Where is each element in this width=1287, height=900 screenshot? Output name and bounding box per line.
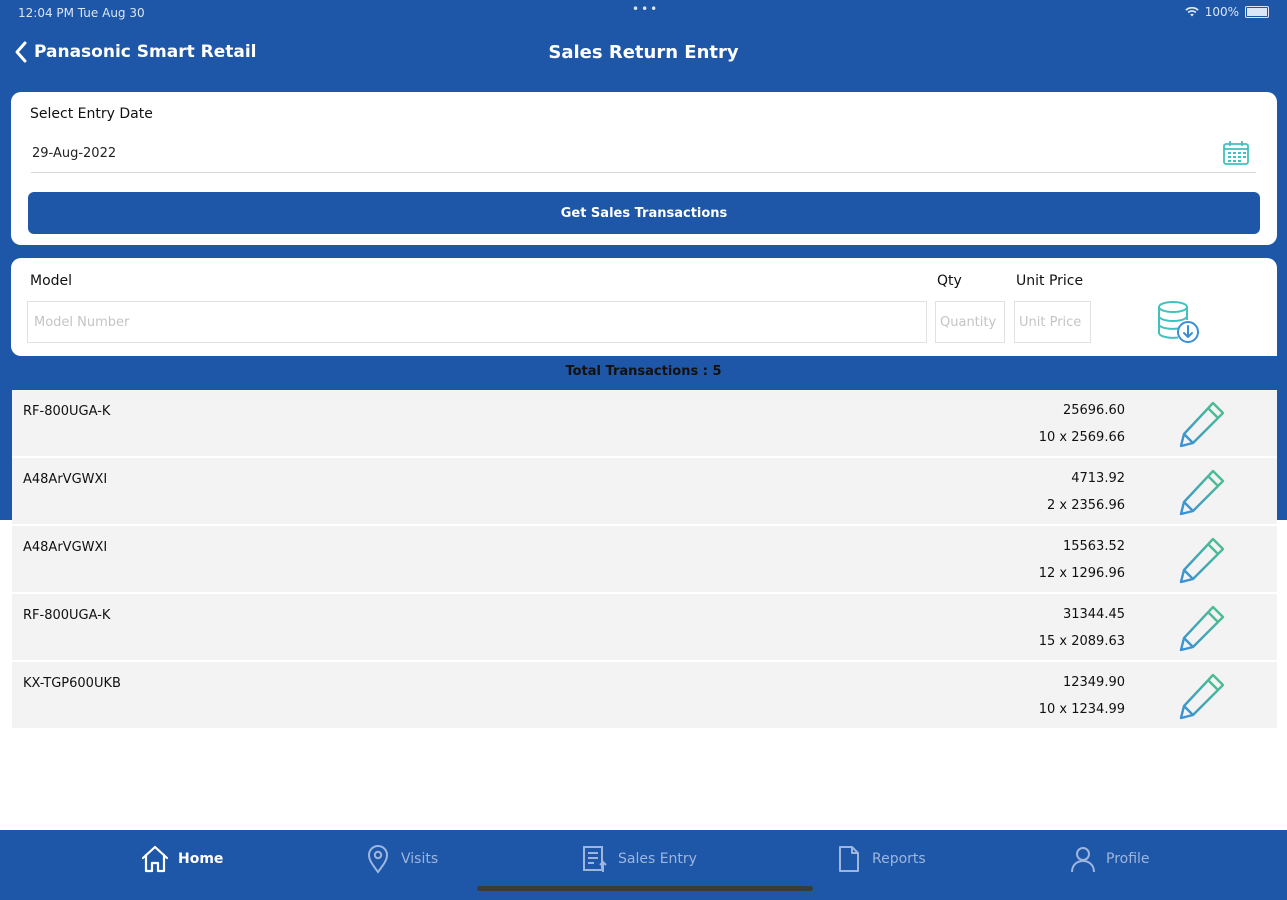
database-download-icon[interactable] bbox=[1154, 298, 1202, 346]
status-bar: 12:04 PM Tue Aug 30 ••• 100% bbox=[0, 0, 1287, 26]
person-icon bbox=[1071, 847, 1095, 873]
row-model: KX-TGP600UKB bbox=[23, 676, 121, 691]
sales-entry-icon bbox=[583, 846, 607, 872]
date-underline bbox=[31, 172, 1256, 173]
battery-icon bbox=[1245, 6, 1269, 18]
tab-reports-label: Reports bbox=[872, 851, 926, 867]
tab-profile-label: Profile bbox=[1106, 851, 1150, 867]
entry-form-card: Model Qty Unit Price bbox=[11, 258, 1277, 356]
table-row[interactable]: RF-800UGA-K 31344.45 15 x 2089.63 bbox=[12, 594, 1277, 660]
entry-date-field[interactable]: 29-Aug-2022 bbox=[32, 146, 116, 161]
calendar-icon[interactable] bbox=[1222, 140, 1250, 166]
tab-sales-entry[interactable]: Sales Entry bbox=[580, 844, 697, 874]
pencil-icon[interactable] bbox=[1177, 603, 1227, 653]
qty-label: Qty bbox=[937, 273, 962, 289]
tab-visits[interactable]: Visits bbox=[363, 844, 438, 874]
row-total: 4713.92 bbox=[1071, 471, 1125, 486]
row-qty-price: 10 x 2569.66 bbox=[1038, 430, 1125, 445]
row-model: RF-800UGA-K bbox=[23, 608, 111, 623]
table-row[interactable]: A48ArVGWXI 4713.92 2 x 2356.96 bbox=[12, 458, 1277, 524]
battery-percent: 100% bbox=[1204, 5, 1239, 19]
get-sales-transactions-button[interactable]: Get Sales Transactions bbox=[28, 192, 1260, 234]
location-pin-icon bbox=[367, 845, 389, 874]
row-qty-price: 15 x 2089.63 bbox=[1038, 634, 1125, 649]
entry-date-card: Select Entry Date 29-Aug-2022 Get Sales … bbox=[11, 92, 1277, 245]
table-row[interactable]: RF-800UGA-K 25696.60 10 x 2569.66 bbox=[12, 390, 1277, 456]
tab-home-label: Home bbox=[178, 851, 224, 867]
unit-price-input[interactable] bbox=[1014, 301, 1091, 343]
pencil-icon[interactable] bbox=[1177, 535, 1227, 585]
pencil-icon[interactable] bbox=[1177, 671, 1227, 721]
row-total: 31344.45 bbox=[1062, 607, 1125, 622]
unit-price-label: Unit Price bbox=[1016, 273, 1084, 289]
page-title: Sales Return Entry bbox=[548, 42, 739, 63]
status-right: 100% bbox=[1184, 5, 1269, 19]
pencil-icon[interactable] bbox=[1177, 467, 1227, 517]
model-number-input[interactable] bbox=[27, 301, 927, 343]
row-qty-price: 10 x 1234.99 bbox=[1038, 702, 1125, 717]
row-model: A48ArVGWXI bbox=[23, 472, 108, 487]
row-qty-price: 12 x 1296.96 bbox=[1038, 566, 1125, 581]
document-icon bbox=[839, 846, 859, 872]
entry-date-label: Select Entry Date bbox=[30, 106, 153, 122]
quantity-input[interactable] bbox=[935, 301, 1005, 343]
row-total: 15563.52 bbox=[1062, 539, 1125, 554]
tab-profile[interactable]: Profile bbox=[1068, 844, 1150, 874]
home-icon bbox=[141, 845, 169, 873]
model-label: Model bbox=[30, 273, 73, 289]
tab-visits-label: Visits bbox=[401, 851, 439, 867]
multitask-dots[interactable]: ••• bbox=[632, 2, 659, 16]
row-total: 25696.60 bbox=[1062, 403, 1125, 418]
total-transactions: Total Transactions : 5 bbox=[565, 364, 722, 379]
row-total: 12349.90 bbox=[1062, 675, 1125, 690]
row-model: A48ArVGWXI bbox=[23, 540, 108, 555]
home-indicator[interactable] bbox=[477, 886, 813, 891]
table-row[interactable]: A48ArVGWXI 15563.52 12 x 1296.96 bbox=[12, 526, 1277, 592]
tab-sales-entry-label: Sales Entry bbox=[618, 851, 697, 867]
tab-home[interactable]: Home bbox=[140, 844, 223, 874]
transactions-list: RF-800UGA-K 25696.60 10 x 2569.66 A48ArV… bbox=[12, 390, 1277, 730]
pencil-icon[interactable] bbox=[1177, 399, 1227, 449]
row-model: RF-800UGA-K bbox=[23, 404, 111, 419]
wifi-icon bbox=[1184, 7, 1199, 17]
table-row[interactable]: KX-TGP600UKB 12349.90 10 x 1234.99 bbox=[12, 662, 1277, 728]
status-time: 12:04 PM Tue Aug 30 bbox=[18, 6, 145, 20]
tab-reports[interactable]: Reports bbox=[834, 844, 926, 874]
row-qty-price: 2 x 2356.96 bbox=[1047, 498, 1125, 513]
